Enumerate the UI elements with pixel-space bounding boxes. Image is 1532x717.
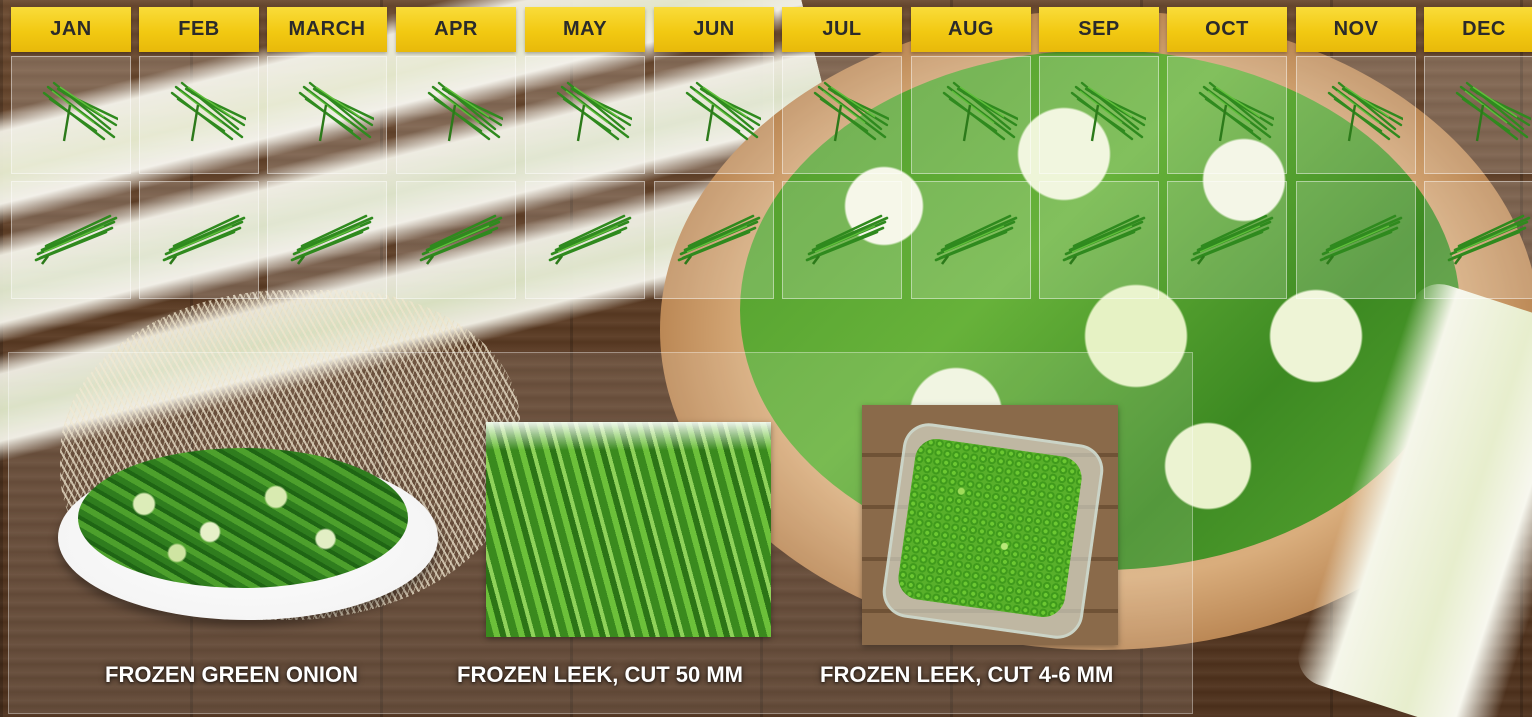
product-label-leek-50mm: FROZEN LEEK, CUT 50 MM [457, 662, 744, 687]
product-label-leek-4-6mm: FROZEN LEEK, CUT 4-6 MM [820, 662, 1114, 687]
calendar-cell-row2-jul [782, 181, 902, 299]
month-header-nov: NOV [1296, 7, 1416, 52]
frozen-leek-50mm-image [486, 422, 771, 637]
calendar-cell-row1-jul [782, 56, 902, 174]
calendar-cell-row1-nov [1296, 56, 1416, 174]
calendar-cell-row1-oct [1167, 56, 1287, 174]
calendar-cell-row2-dec [1424, 181, 1532, 299]
month-header-march: MARCH [267, 7, 387, 52]
calendar-cell-row1-dec [1424, 56, 1532, 174]
calendar-cell-row2-jan [11, 181, 131, 299]
month-header-aug: AUG [911, 7, 1031, 52]
calendar-cell-row2-feb [139, 181, 259, 299]
calendar-cell-row1-apr [396, 56, 516, 174]
calendar-cell-row2-apr [396, 181, 516, 299]
month-header-may: MAY [525, 7, 645, 52]
month-header-jan: JAN [11, 7, 131, 52]
calendar-cell-row2-oct [1167, 181, 1287, 299]
calendar-cell-row2-march [267, 181, 387, 299]
calendar-cell-row1-may [525, 56, 645, 174]
calendar-cell-row2-nov [1296, 181, 1416, 299]
month-header-apr: APR [396, 7, 516, 52]
chopped-leek-image [895, 436, 1085, 620]
calendar-cell-row1-jan [11, 56, 131, 174]
month-header-dec: DEC [1424, 7, 1532, 52]
month-header-oct: OCT [1167, 7, 1287, 52]
calendar-cell-row1-feb [139, 56, 259, 174]
calendar-cell-row1-jun [654, 56, 774, 174]
calendar-cell-row2-sep [1039, 181, 1159, 299]
calendar-cell-row1-aug [911, 56, 1031, 174]
frozen-leek-4-6mm-image [862, 405, 1118, 645]
month-header-jun: JUN [654, 7, 774, 52]
product-label-green-onion: FROZEN GREEN ONION [105, 662, 359, 687]
calendar-cell-row2-aug [911, 181, 1031, 299]
month-header-sep: SEP [1039, 7, 1159, 52]
calendar-cell-row2-jun [654, 181, 774, 299]
calendar-cell-row1-sep [1039, 56, 1159, 174]
calendar-cell-row1-march [267, 56, 387, 174]
month-header-jul: JUL [782, 7, 902, 52]
frozen-green-onion-image [78, 448, 408, 588]
calendar-cell-row2-may [525, 181, 645, 299]
month-header-feb: FEB [139, 7, 259, 52]
